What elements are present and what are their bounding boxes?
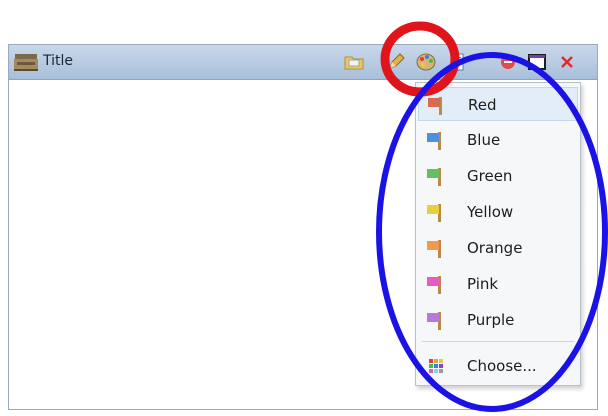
title-bar[interactable]: Title bbox=[9, 45, 597, 80]
window-title: Title bbox=[43, 53, 74, 69]
open-folder-icon[interactable] bbox=[342, 50, 366, 74]
purple-flag-icon bbox=[427, 312, 441, 330]
pink-flag-icon bbox=[427, 276, 441, 294]
toolbox-icon bbox=[14, 54, 38, 71]
menu-item-pink[interactable]: Pink bbox=[418, 267, 578, 301]
menu-item-yellow[interactable]: Yellow bbox=[418, 195, 578, 229]
pencil-icon[interactable] bbox=[384, 50, 408, 74]
blue-flag-icon bbox=[427, 132, 441, 150]
menu-separator bbox=[422, 341, 574, 342]
minimize-icon[interactable] bbox=[496, 50, 520, 74]
green-flag-icon bbox=[427, 168, 441, 186]
orange-flag-icon bbox=[427, 240, 441, 258]
menu-item-purple[interactable]: Purple bbox=[418, 303, 578, 337]
menu-item-choose[interactable]: Choose... bbox=[418, 349, 578, 383]
maximize-icon[interactable] bbox=[525, 50, 549, 74]
page-icon[interactable] bbox=[446, 50, 470, 74]
close-icon[interactable] bbox=[555, 50, 579, 74]
menu-item-orange[interactable]: Orange bbox=[418, 231, 578, 265]
red-flag-icon bbox=[428, 97, 442, 115]
yellow-flag-icon bbox=[427, 204, 441, 222]
menu-item-red[interactable]: Red bbox=[418, 87, 578, 121]
color-grid-icon bbox=[429, 359, 443, 373]
palette-icon[interactable] bbox=[414, 50, 438, 74]
menu-item-green[interactable]: Green bbox=[418, 159, 578, 193]
menu-item-blue[interactable]: Blue bbox=[418, 123, 578, 157]
color-menu: Red Blue Green Yellow Orange Pink Purple… bbox=[415, 82, 581, 386]
